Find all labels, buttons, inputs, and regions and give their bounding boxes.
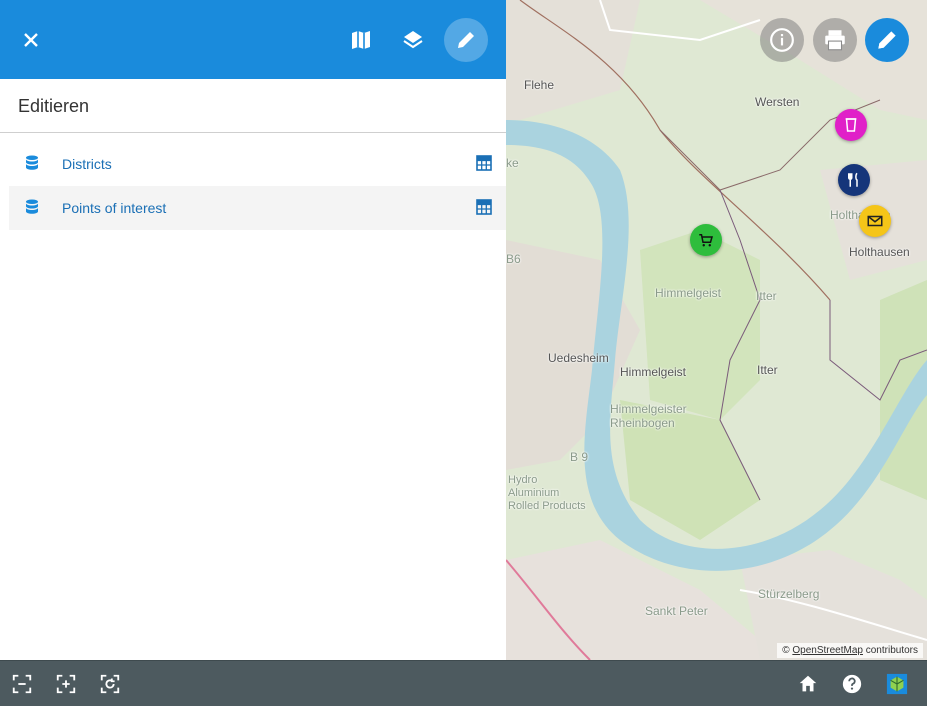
zoom-refresh-button[interactable] [98, 672, 122, 696]
bottom-toolbar [0, 660, 927, 706]
map-attribution: © OpenStreetMap contributors [777, 643, 923, 658]
trash-icon [845, 118, 857, 132]
poi-marker[interactable] [838, 164, 870, 196]
pencil-icon [458, 32, 474, 48]
panel-header [0, 0, 506, 79]
attribution-suffix: contributors [865, 645, 918, 656]
map-icon [352, 31, 370, 49]
layer-label[interactable]: Districts [62, 156, 112, 172]
map-label: B6 [506, 252, 521, 266]
map-label: Sankt Peter [645, 604, 708, 618]
map-label: Himmelgeister Rheinbogen [610, 402, 687, 430]
restaurant-icon [848, 172, 858, 187]
database-icon [26, 155, 38, 170]
help-button[interactable] [840, 672, 864, 696]
zoom-extent-button[interactable] [10, 672, 34, 696]
zoom-in-area-icon [56, 674, 76, 694]
openstreetmap-link[interactable]: OpenStreetMap [792, 645, 863, 656]
info-button[interactable] [760, 18, 804, 62]
poi-marker[interactable] [835, 109, 867, 141]
edit-mode-button[interactable] [444, 18, 488, 62]
home-button[interactable] [796, 672, 820, 696]
side-panel: Editieren Districts Points of interest [0, 0, 506, 660]
edit-button[interactable] [865, 18, 909, 62]
map-label: Itter [757, 363, 778, 377]
poi-marker[interactable] [859, 205, 891, 237]
zoom-refresh-icon [100, 674, 120, 694]
edit-icon [878, 31, 896, 49]
panel-title: Editieren [0, 79, 506, 133]
table-icon[interactable] [476, 199, 492, 215]
info-icon [770, 28, 794, 52]
map-label: B 9 [570, 450, 589, 464]
logo-icon [886, 673, 908, 695]
map-label: Holthausen [849, 245, 910, 259]
table-icon[interactable] [476, 155, 492, 171]
help-icon [842, 674, 862, 694]
map-label: ke [506, 156, 519, 170]
map-label: Flehe [524, 78, 555, 92]
layers-button[interactable] [391, 18, 435, 62]
zoom-in-area-button[interactable] [54, 672, 78, 696]
layers-icon [403, 31, 423, 49]
layer-label[interactable]: Points of interest [62, 200, 166, 216]
home-icon [799, 675, 817, 692]
map-label: Itter [756, 289, 777, 303]
map-label: Stürzelberg [758, 587, 820, 601]
map-label: Hydro Aluminium Rolled Products [508, 474, 586, 512]
map-label: Wersten [755, 95, 800, 109]
map-label: Himmelgeist [655, 286, 722, 300]
map-label: Himmelgeist [620, 365, 687, 379]
close-icon [24, 33, 38, 47]
app-logo[interactable] [885, 672, 909, 696]
zoom-extent-icon [12, 674, 32, 694]
print-icon [825, 30, 845, 51]
layer-row-points-of-interest[interactable]: Points of interest [9, 186, 506, 230]
print-button[interactable] [813, 18, 857, 62]
mail-icon [867, 215, 883, 227]
close-button[interactable] [9, 18, 53, 62]
layer-row-districts[interactable]: Districts [9, 142, 506, 186]
poi-marker[interactable] [690, 224, 722, 256]
map-label: Uedesheim [548, 351, 609, 365]
shopping-cart-icon [699, 234, 713, 247]
database-icon [26, 199, 38, 214]
map-button[interactable] [339, 18, 383, 62]
attribution-prefix: © [782, 645, 790, 656]
